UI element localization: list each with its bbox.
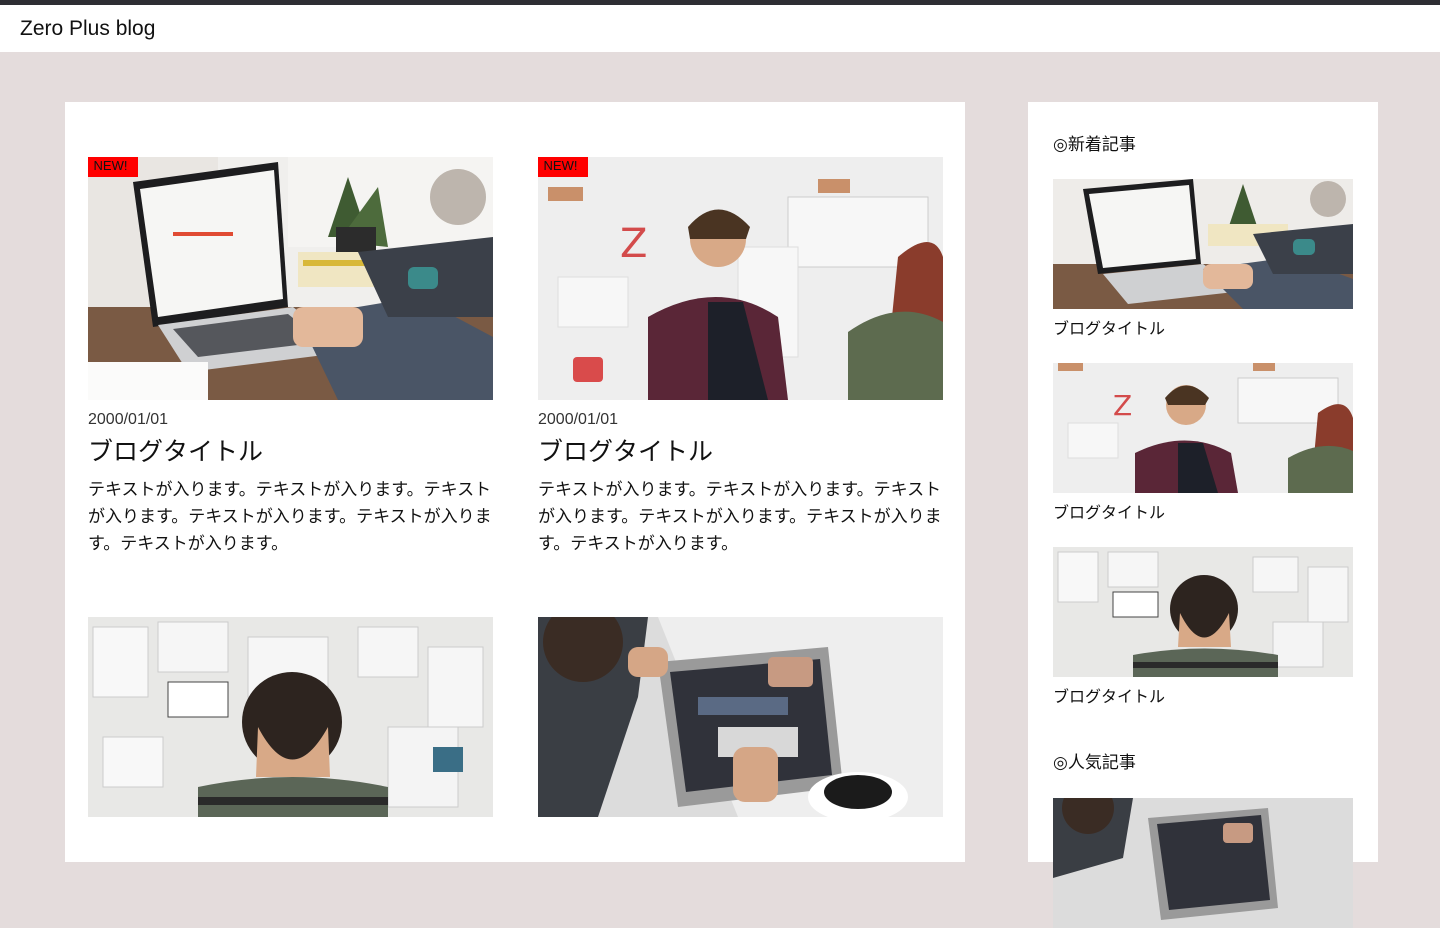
post-thumbnail-tablet[interactable] <box>538 617 943 817</box>
post-date: 2000/01/01 <box>538 411 619 428</box>
post-thumbnail-planning-wall[interactable] <box>88 617 493 817</box>
post-excerpt: テキストが入ります。テキストが入ります。テキストが入ります。テキストが入ります。… <box>88 480 492 554</box>
post-date: 2000/01/01 <box>88 411 169 428</box>
post-thumbnail-laptop[interactable]: NEW! <box>88 157 493 400</box>
post-list-panel: NEW! 2000/01/01 ブログタイトル テキストが入ります。テキストが入… <box>65 102 965 862</box>
post-card[interactable]: Z NEW! 2000/01/01 ブログタイトル テキストが入ります。テキスト… <box>538 157 943 558</box>
svg-text:Z: Z <box>620 221 647 267</box>
new-badge: NEW! <box>88 157 138 177</box>
popular-post-thumbnail[interactable] <box>1053 798 1353 928</box>
recent-post-item[interactable]: ブログタイトル <box>1053 547 1353 707</box>
recent-post-title[interactable]: ブログタイトル <box>1053 315 1353 339</box>
recent-post-item[interactable]: Z ブログタイトル <box>1053 363 1353 523</box>
post-card[interactable] <box>88 617 493 817</box>
popular-post-item[interactable] <box>1053 798 1353 928</box>
recent-posts-heading: ◎新着記事 <box>1053 135 1136 155</box>
site-title[interactable]: Zero Plus blog <box>20 17 155 41</box>
site-header: Zero Plus blog <box>0 5 1440 52</box>
recent-post-thumbnail[interactable]: Z <box>1053 363 1353 493</box>
recent-post-thumbnail[interactable] <box>1053 547 1353 677</box>
recent-post-title[interactable]: ブログタイトル <box>1053 499 1353 523</box>
recent-post-item[interactable]: ブログタイトル <box>1053 179 1353 339</box>
new-badge: NEW! <box>538 157 588 177</box>
post-thumbnail-whiteboard[interactable]: Z NEW! <box>538 157 943 400</box>
recent-post-thumbnail[interactable] <box>1053 179 1353 309</box>
popular-posts-heading: ◎人気記事 <box>1053 753 1136 773</box>
post-title[interactable]: ブログタイトル <box>88 432 493 468</box>
post-excerpt: テキストが入ります。テキストが入ります。テキストが入ります。テキストが入ります。… <box>538 480 942 554</box>
recent-post-title[interactable]: ブログタイトル <box>1053 683 1353 707</box>
post-card[interactable] <box>538 617 943 817</box>
post-card[interactable]: NEW! 2000/01/01 ブログタイトル テキストが入ります。テキストが入… <box>88 157 493 558</box>
sidebar: ◎新着記事 ブログタイトル Z ブログタイトル ブログタイトル ◎人気記事 <box>1028 102 1378 928</box>
post-title[interactable]: ブログタイトル <box>538 432 943 468</box>
svg-text:Z: Z <box>1113 389 1132 422</box>
